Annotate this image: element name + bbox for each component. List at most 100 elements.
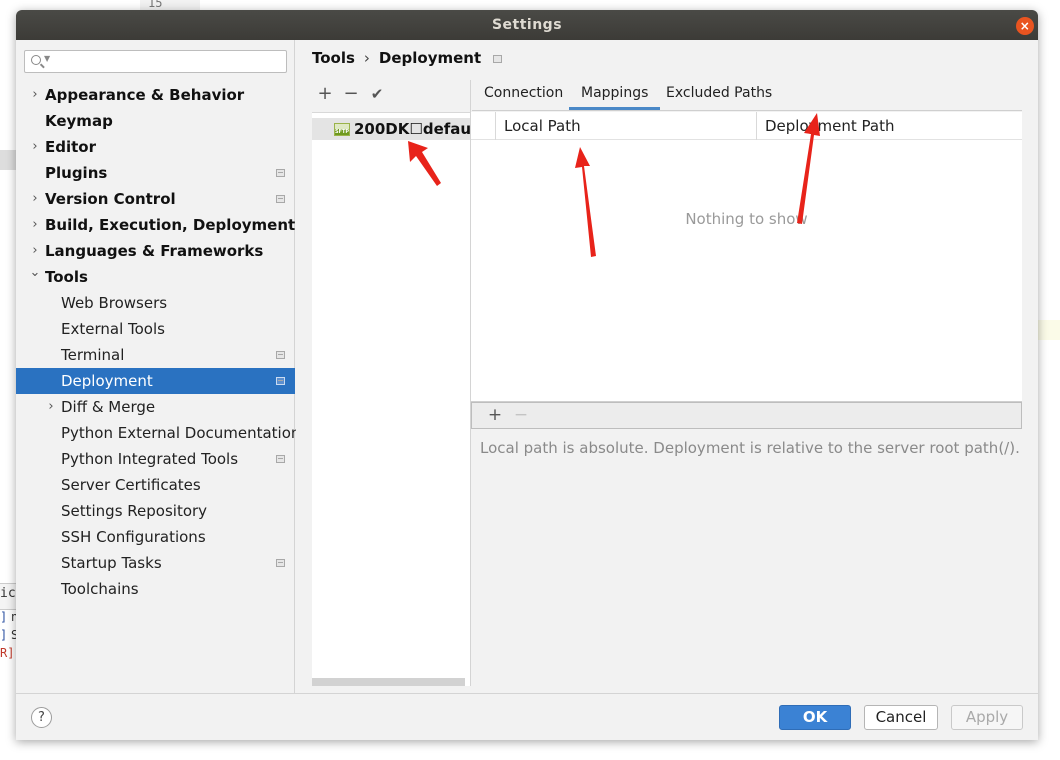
sidebar-item-version-control[interactable]: › Version Control bbox=[16, 186, 295, 212]
mappings-table: Local Path Deployment Path Nothing to sh… bbox=[471, 112, 1022, 402]
empty-table-message: Nothing to show bbox=[685, 210, 808, 228]
chevron-right-icon[interactable]: › bbox=[29, 82, 41, 108]
chevron-right-icon[interactable]: › bbox=[45, 394, 57, 420]
cancel-button[interactable]: Cancel bbox=[864, 705, 938, 730]
sidebar-item-label: Version Control bbox=[45, 190, 176, 208]
project-level-icon bbox=[276, 351, 285, 359]
chevron-down-icon[interactable]: ⌄ bbox=[29, 260, 41, 286]
search-input[interactable] bbox=[53, 52, 281, 71]
sidebar-item-label: Languages & Frameworks bbox=[45, 242, 264, 260]
add-server-button[interactable]: + bbox=[315, 83, 335, 105]
settings-content: Tools › Deployment + − ✔ 200DK☐default☐ Co… bbox=[296, 40, 1038, 693]
breadcrumb-separator: › bbox=[363, 49, 370, 67]
project-level-icon bbox=[276, 195, 285, 203]
remove-server-button[interactable]: − bbox=[341, 83, 361, 105]
settings-search[interactable]: ▼ bbox=[24, 50, 287, 73]
sidebar-item-startup-tasks[interactable]: Startup Tasks bbox=[16, 550, 295, 576]
chevron-right-icon[interactable]: › bbox=[29, 186, 41, 212]
sidebar-item-label: Deployment bbox=[61, 372, 153, 390]
sidebar-item-label: Web Browsers bbox=[61, 294, 168, 312]
sftp-icon bbox=[334, 123, 350, 136]
settings-tree: › Appearance & Behavior Keymap › Editor Plugi… bbox=[16, 82, 300, 602]
sidebar-item-plugins[interactable]: Plugins bbox=[16, 160, 295, 186]
sidebar-item-deployment[interactable]: Deployment bbox=[16, 368, 295, 394]
breadcrumb: Tools › Deployment bbox=[312, 49, 503, 67]
sidebar-item-label: Toolchains bbox=[61, 580, 139, 598]
servers-list-scrollbar[interactable] bbox=[312, 678, 465, 686]
tabs-divider bbox=[472, 110, 1022, 111]
background-fragment: R] bbox=[0, 646, 15, 660]
chevron-right-icon[interactable]: › bbox=[29, 212, 41, 238]
column-deployment-path[interactable]: Deployment Path bbox=[757, 112, 894, 140]
sidebar-item-ssh-configurations[interactable]: SSH Configurations bbox=[16, 524, 295, 550]
breadcrumb-current: Deployment bbox=[378, 49, 482, 67]
sidebar-item-label: External Tools bbox=[61, 320, 165, 338]
servers-toolbar: + − ✔ bbox=[312, 80, 470, 110]
tab-mappings[interactable]: Mappings bbox=[569, 80, 661, 110]
server-tabs: Connection Mappings Excluded Paths bbox=[472, 80, 1022, 110]
background-fragment: ] bbox=[0, 610, 8, 624]
sidebar-item-server-certificates[interactable]: Server Certificates bbox=[16, 472, 295, 498]
sidebar-item-label: Editor bbox=[45, 138, 96, 156]
ok-button[interactable]: OK bbox=[779, 705, 851, 730]
title-bar: Settings × bbox=[16, 10, 1038, 40]
remove-mapping-button: − bbox=[513, 405, 529, 425]
sidebar-item-label: Keymap bbox=[45, 112, 113, 130]
tab-connection[interactable]: Connection bbox=[472, 80, 575, 110]
sidebar-item-diff-and-merge[interactable]: › Diff & Merge bbox=[16, 394, 295, 420]
sidebar-item-label: Plugins bbox=[45, 164, 108, 182]
dialog-footer: ? OK Cancel Apply bbox=[16, 693, 1038, 740]
sidebar-item-tools[interactable]: ⌄ Tools bbox=[16, 264, 295, 290]
project-level-icon bbox=[276, 559, 285, 567]
server-item[interactable]: 200DK☐default☐ bbox=[312, 118, 470, 140]
server-name: 200DK☐default☐ bbox=[354, 120, 470, 138]
sidebar-item-label: Settings Repository bbox=[61, 502, 208, 520]
mappings-table-header: Local Path Deployment Path bbox=[471, 112, 1022, 140]
background-fragment: ] bbox=[0, 628, 8, 642]
sidebar-item-web-browsers[interactable]: Web Browsers bbox=[16, 290, 295, 316]
add-mapping-button[interactable]: + bbox=[485, 404, 505, 426]
background-line-number: 15 bbox=[148, 0, 163, 10]
background-gutter bbox=[0, 150, 16, 170]
sidebar-item-python-external-documentation[interactable]: Python External Documentation bbox=[16, 420, 300, 446]
project-level-icon bbox=[276, 455, 285, 463]
sidebar-item-editor[interactable]: › Editor bbox=[16, 134, 295, 160]
sidebar-item-label: Terminal bbox=[61, 346, 125, 364]
sidebar-item-label: Build, Execution, Deployment bbox=[45, 216, 296, 234]
apply-button: Apply bbox=[951, 705, 1023, 730]
sidebar-item-terminal[interactable]: Terminal bbox=[16, 342, 295, 368]
mappings-hint: Local path is absolute. Deployment is re… bbox=[480, 439, 1020, 457]
sidebar-item-label: Appearance & Behavior bbox=[45, 86, 245, 104]
column-local-path[interactable]: Local Path bbox=[496, 112, 581, 140]
sidebar-item-label: Tools bbox=[45, 268, 88, 286]
background-editor-right bbox=[1038, 320, 1060, 340]
search-history-dropdown-icon[interactable]: ▼ bbox=[44, 54, 50, 63]
settings-dialog: Settings × ▼ › Appearance & Behavior Keyma… bbox=[16, 10, 1038, 740]
sidebar-item-label: Python External Documentation bbox=[61, 424, 301, 442]
settings-sidebar: ▼ › Appearance & Behavior Keymap › Editor Plu… bbox=[16, 40, 300, 693]
sidebar-item-toolchains[interactable]: Toolchains bbox=[16, 576, 295, 602]
tab-excluded-paths[interactable]: Excluded Paths bbox=[654, 80, 784, 110]
sidebar-item-label: Server Certificates bbox=[61, 476, 201, 494]
sidebar-item-label: Python Integrated Tools bbox=[61, 450, 239, 468]
window-title: Settings bbox=[491, 17, 563, 33]
project-level-icon bbox=[493, 54, 503, 63]
sidebar-item-external-tools[interactable]: External Tools bbox=[16, 316, 295, 342]
breadcrumb-parent[interactable]: Tools bbox=[312, 49, 355, 67]
sidebar-item-label: Diff & Merge bbox=[61, 398, 156, 416]
sidebar-item-settings-repository[interactable]: Settings Repository bbox=[16, 498, 295, 524]
help-button[interactable]: ? bbox=[31, 707, 52, 728]
sidebar-item-label: SSH Configurations bbox=[61, 528, 206, 546]
sidebar-item-keymap[interactable]: Keymap bbox=[16, 108, 295, 134]
project-level-icon bbox=[276, 169, 285, 177]
use-as-default-button[interactable]: ✔ bbox=[367, 83, 387, 105]
sidebar-item-python-integrated-tools[interactable]: Python Integrated Tools bbox=[16, 446, 295, 472]
search-icon bbox=[31, 55, 41, 65]
servers-list: 200DK☐default☐ bbox=[312, 112, 470, 686]
chevron-right-icon[interactable]: › bbox=[29, 134, 41, 160]
sidebar-item-build-execution-deployment[interactable]: › Build, Execution, Deployment bbox=[16, 212, 295, 238]
close-button[interactable]: × bbox=[1016, 17, 1034, 35]
mappings-toolbar: + − bbox=[471, 402, 1022, 429]
sidebar-item-appearance-and-behavior[interactable]: › Appearance & Behavior bbox=[16, 82, 295, 108]
sidebar-item-languages-and-frameworks[interactable]: › Languages & Frameworks bbox=[16, 238, 295, 264]
